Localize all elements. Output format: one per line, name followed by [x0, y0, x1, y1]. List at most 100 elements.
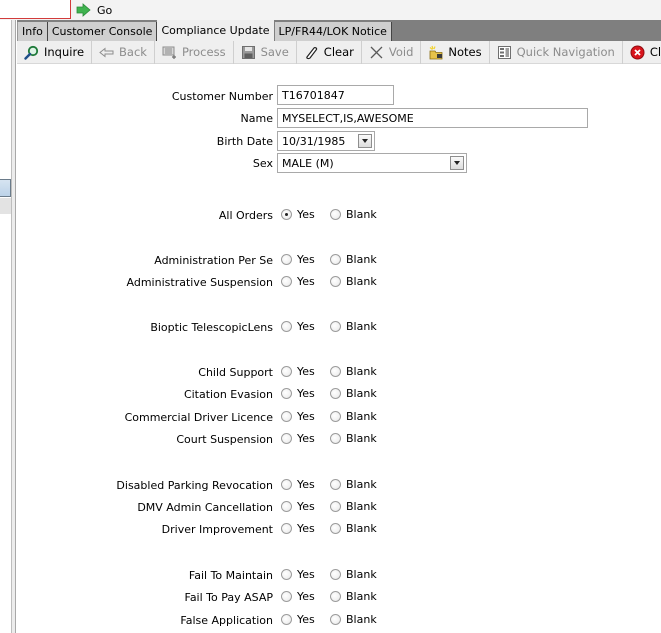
radio-all-orders-blank[interactable]: Blank: [330, 208, 377, 221]
close-button[interactable]: Close: [623, 41, 661, 64]
radio-option-label: Blank: [346, 432, 377, 445]
radio-circle-icon[interactable]: [330, 614, 341, 625]
radio-dmv-admin-cancellation-blank[interactable]: Blank: [330, 500, 377, 513]
flag-label-court-suspension: Court Suspension: [176, 433, 273, 446]
close-circle-icon: [630, 45, 645, 60]
radio-circle-icon[interactable]: [330, 366, 341, 377]
radio-circle-icon[interactable]: [330, 523, 341, 534]
chevron-down-icon[interactable]: [450, 156, 464, 170]
radio-false-application-blank[interactable]: Blank: [330, 613, 377, 626]
radio-circle-icon[interactable]: [281, 411, 292, 422]
radio-circle-icon[interactable]: [281, 276, 292, 287]
name-input[interactable]: MYSELECT,IS,AWESOME: [277, 108, 588, 128]
radio-circle-icon[interactable]: [281, 366, 292, 377]
left-panel-selected-item[interactable]: [0, 179, 11, 197]
radio-all-orders-yes[interactable]: Yes: [281, 208, 315, 221]
radio-circle-icon[interactable]: [330, 321, 341, 332]
radio-circle-icon[interactable]: [281, 614, 292, 625]
radio-citation-evasion-yes[interactable]: Yes: [281, 387, 315, 400]
sex-select[interactable]: MALE (M): [277, 153, 467, 173]
tab-customer-console[interactable]: Customer Console: [47, 22, 158, 41]
radio-fail-to-maintain-blank[interactable]: Blank: [330, 568, 377, 581]
compliance-update-form: Customer Number T16701847 Name MYSELECT,…: [17, 65, 661, 633]
notes-button[interactable]: Notes: [421, 40, 490, 64]
radio-option-label: Blank: [346, 387, 377, 400]
radio-administrative-suspension-blank[interactable]: Blank: [330, 275, 377, 288]
process-icon: [162, 45, 177, 60]
radio-driver-improvement-blank[interactable]: Blank: [330, 522, 377, 535]
radio-fail-to-pay-asap-yes[interactable]: Yes: [281, 590, 315, 603]
radio-circle-icon[interactable]: [281, 569, 292, 580]
radio-circle-icon[interactable]: [281, 388, 292, 399]
radio-circle-icon[interactable]: [281, 591, 292, 602]
radio-court-suspension-blank[interactable]: Blank: [330, 432, 377, 445]
radio-circle-icon[interactable]: [281, 501, 292, 512]
radio-disabled-parking-revocation-blank[interactable]: Blank: [330, 478, 377, 491]
radio-circle-icon[interactable]: [330, 433, 341, 444]
radio-child-support-blank[interactable]: Blank: [330, 365, 377, 378]
tab-compliance-update[interactable]: Compliance Update: [157, 20, 275, 41]
tab-lp-fr44-lok-notice[interactable]: LP/FR44/LOK Notice: [274, 22, 392, 41]
radio-option-label: Yes: [297, 590, 315, 603]
radio-citation-evasion-blank[interactable]: Blank: [330, 387, 377, 400]
radio-circle-icon[interactable]: [330, 411, 341, 422]
calendar-dropdown-icon[interactable]: [358, 134, 372, 148]
clear-button[interactable]: Clear: [297, 40, 362, 64]
inquire-button[interactable]: Inquire: [17, 40, 93, 64]
radio-circle-icon[interactable]: [330, 209, 341, 220]
inquire-label: Inquire: [44, 45, 85, 59]
radio-option-label: Yes: [297, 432, 315, 445]
process-label: Process: [181, 45, 226, 59]
radio-false-application-yes[interactable]: Yes: [281, 613, 315, 626]
radio-bioptic-telescopiclens-blank[interactable]: Blank: [330, 320, 377, 333]
arrow-right-icon: [76, 2, 91, 18]
radio-circle-icon[interactable]: [330, 254, 341, 265]
radio-circle-icon[interactable]: [281, 433, 292, 444]
radio-option-label: Blank: [346, 365, 377, 378]
radio-commercial-driver-licence-yes[interactable]: Yes: [281, 410, 315, 423]
panel-splitter[interactable]: [12, 20, 16, 633]
radio-circle-icon[interactable]: [281, 523, 292, 534]
radio-circle-icon[interactable]: [330, 569, 341, 580]
radio-circle-icon[interactable]: [330, 388, 341, 399]
sex-label: Sex: [252, 157, 273, 170]
process-button[interactable]: Process: [155, 40, 234, 64]
radio-disabled-parking-revocation-yes[interactable]: Yes: [281, 478, 315, 491]
radio-administration-per-se-yes[interactable]: Yes: [281, 253, 315, 266]
radio-circle-icon[interactable]: [281, 254, 292, 265]
quick-navigation-button[interactable]: Quick Navigation: [490, 40, 623, 64]
save-button[interactable]: Save: [234, 40, 297, 64]
radio-fail-to-maintain-yes[interactable]: Yes: [281, 568, 315, 581]
flag-label-bioptic-telescopiclens: Bioptic TelescopicLens: [150, 321, 273, 334]
flag-label-fail-to-pay-asap: Fail To Pay ASAP: [184, 591, 274, 604]
radio-circle-icon[interactable]: [330, 276, 341, 287]
radio-bioptic-telescopiclens-yes[interactable]: Yes: [281, 320, 315, 333]
radio-circle-icon[interactable]: [330, 479, 341, 490]
radio-fail-to-pay-asap-blank[interactable]: Blank: [330, 590, 377, 603]
radio-circle-icon[interactable]: [281, 209, 292, 220]
top-search-input[interactable]: [0, 0, 71, 19]
birth-date-value: 10/31/1985: [282, 134, 346, 148]
radio-court-suspension-yes[interactable]: Yes: [281, 432, 315, 445]
radio-commercial-driver-licence-blank[interactable]: Blank: [330, 410, 377, 423]
go-label: Go: [97, 3, 113, 17]
radio-circle-icon[interactable]: [281, 479, 292, 490]
radio-administrative-suspension-yes[interactable]: Yes: [281, 275, 315, 288]
radio-driver-improvement-yes[interactable]: Yes: [281, 522, 315, 535]
radio-administration-per-se-blank[interactable]: Blank: [330, 253, 377, 266]
void-button[interactable]: Void: [362, 40, 422, 64]
customer-number-input[interactable]: T16701847: [277, 85, 394, 105]
go-button[interactable]: Go: [76, 2, 112, 18]
tab-info[interactable]: Info: [17, 22, 48, 41]
radio-circle-icon[interactable]: [330, 591, 341, 602]
back-button[interactable]: Back: [92, 40, 155, 64]
radio-circle-icon[interactable]: [330, 501, 341, 512]
flag-label-citation-evasion: Citation Evasion: [183, 388, 273, 401]
radio-child-support-yes[interactable]: Yes: [281, 365, 315, 378]
radio-circle-icon[interactable]: [281, 321, 292, 332]
radio-dmv-admin-cancellation-yes[interactable]: Yes: [281, 500, 315, 513]
back-arrow-icon: [99, 45, 114, 60]
clear-label: Clear: [323, 45, 354, 59]
left-panel-item[interactable]: [0, 198, 11, 214]
birth-date-picker[interactable]: 10/31/1985: [277, 131, 375, 151]
